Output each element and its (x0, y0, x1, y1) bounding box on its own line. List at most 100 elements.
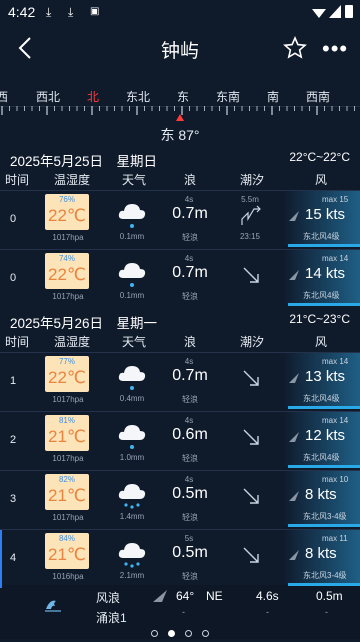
wave-period: 4s (184, 195, 194, 204)
wind-speed: 12 kts (305, 427, 346, 444)
compass-label: 东 (176, 90, 190, 104)
col-wave: 浪 (183, 173, 197, 187)
humidity-value: 82% (58, 475, 75, 484)
compass-strip[interactable]: 西 西北 北 东北 东 东南 南 西南 (0, 88, 360, 106)
tide-height: 5.5m (241, 195, 259, 204)
row-hour: 2 (10, 434, 17, 446)
wave-height: 0.5m (172, 544, 208, 561)
page-dot[interactable] (185, 630, 192, 637)
forecast-row[interactable]: 0 76% 22℃ 1017hpa 0.1mm 4s 0.7m 轻浪 5.5m 23:15 max … (0, 190, 360, 249)
wind-bar (288, 524, 360, 527)
wave-height: 0.7m (172, 367, 208, 384)
wave-height: 0.5m (172, 485, 208, 502)
wind-direction-arrow-icon (288, 489, 300, 501)
tide-falling-icon (240, 544, 262, 566)
wave-height: 0.7m (172, 205, 208, 222)
wave-description: 轻浪 (182, 572, 198, 581)
temp-humidity-box: 82% 21℃ (45, 474, 89, 510)
wind-bar (288, 303, 360, 306)
day-temp-range: 22°C~22°C (289, 150, 350, 164)
wave-description: 轻浪 (182, 233, 198, 242)
wind-speed: 8 kts (305, 545, 337, 562)
tide-falling-icon (240, 426, 262, 448)
wind-level: 东北风3-4级 (303, 571, 347, 580)
tide-falling-icon (240, 264, 262, 286)
swell-height: - (325, 607, 328, 617)
tide-time: 23:15 (239, 232, 261, 241)
page-dot[interactable] (202, 630, 209, 637)
wind-max: max 14 (322, 254, 349, 263)
wind-speed: 8 kts (305, 486, 337, 503)
row-hour: 0 (10, 272, 17, 284)
humidity-value: 84% (58, 534, 75, 543)
day-date: 2025年5月25日 星期日 (10, 154, 158, 169)
temperature-value: 21℃ (47, 427, 86, 446)
status-time: 4:42 (8, 4, 36, 20)
wave-height: 0.6m (172, 426, 208, 443)
pressure-value: 1017hpa (52, 454, 84, 463)
wind-level: 东北风4级 (303, 453, 340, 462)
col-time: 时间 (4, 173, 30, 187)
page-indicator[interactable] (0, 624, 360, 637)
column-headers: 时间 温湿度 天气 浪 潮汐 风 (0, 333, 360, 353)
rain-amount: 0.1mm (119, 291, 145, 300)
day-header: 2025年5月26日 星期一 21°C~23°C (0, 310, 360, 332)
wind-max: max 10 (322, 475, 349, 484)
light-rain-icon (116, 361, 148, 391)
wave-period: 4s (184, 357, 194, 366)
temperature-value: 21℃ (47, 486, 86, 505)
day-temp-range: 21°C~23°C (289, 312, 350, 326)
wind-bar (288, 406, 360, 409)
compass-label: 西南 (305, 90, 331, 104)
wave-height: 0.7m (172, 264, 208, 281)
wind-direction-arrow-icon (288, 209, 300, 221)
wave-description: 轻浪 (182, 292, 198, 301)
rain-amount: 0.1mm (119, 232, 145, 241)
rain-amount: 1.0mm (119, 453, 145, 462)
compass-label-north: 北 (86, 90, 100, 104)
wave-height: 0.5m (316, 589, 343, 603)
forecast-row[interactable]: 4 84% 21℃ 1016hpa 2.1mm 5s 0.5m 轻浪 max 11 8 kts 东北… (0, 529, 360, 588)
row-hour: 0 (10, 213, 17, 225)
wind-bar (288, 583, 360, 586)
temp-humidity-box: 77% 22℃ (45, 356, 89, 392)
wind-max: max 11 (322, 534, 348, 543)
temp-humidity-box: 76% 22℃ (45, 194, 89, 230)
wind-level: 东北风4级 (303, 291, 340, 300)
wave-direction: NE (206, 589, 223, 603)
swell-period: - (266, 607, 269, 617)
favorite-star-icon[interactable] (283, 36, 307, 60)
download-icon: ⤓ (46, 5, 52, 19)
swell-degree: - (182, 607, 185, 617)
humidity-value: 81% (58, 416, 75, 425)
wind-direction-arrow-icon (288, 371, 300, 383)
pressure-value: 1017hpa (52, 233, 84, 242)
tide-falling-icon (240, 485, 262, 507)
temp-humidity-box: 84% 21℃ (45, 533, 89, 569)
forecast-row[interactable]: 2 81% 21℃ 1017hpa 1.0mm 4s 0.6m 轻浪 max 14 12 kts 东… (0, 411, 360, 470)
wave-degree: 64° (176, 589, 195, 603)
col-temp-hum: 温湿度 (53, 173, 91, 187)
wind-max: max 15 (322, 195, 349, 204)
col-weather: 天气 (121, 335, 147, 349)
heavy-rain-icon (116, 479, 148, 509)
more-icon[interactable]: ••• (322, 36, 348, 62)
wind-level: 东北风4级 (303, 394, 340, 403)
forecast-row[interactable]: 3 82% 21℃ 1017hpa 1.4mm 4s 0.5m 轻浪 max 10 8 kts 东北… (0, 470, 360, 529)
heavy-rain-icon (116, 538, 148, 568)
day-header: 2025年5月25日 星期日 22°C~22°C (0, 148, 360, 170)
humidity-value: 74% (58, 254, 75, 263)
wifi-icon (312, 9, 326, 18)
signal-icon (329, 5, 341, 18)
forecast-row[interactable]: 0 74% 22℃ 1017hpa 0.1mm 4s 0.7m 轻浪 max 14 14 kts 东… (0, 249, 360, 308)
wave-description: 轻浪 (182, 513, 198, 522)
forecast-row[interactable]: 1 77% 22℃ 1017hpa 0.4mm 4s 0.7m 轻浪 max 14 13 kts 东… (0, 352, 360, 411)
page-dot[interactable] (168, 630, 175, 637)
page-dot[interactable] (151, 630, 158, 637)
row-hour: 3 (10, 493, 17, 505)
compass-label: 东北 (125, 90, 151, 104)
col-wave: 浪 (183, 335, 197, 349)
rain-amount: 2.1mm (119, 571, 145, 580)
col-tide: 潮汐 (239, 173, 265, 187)
wind-level: 东北风3-4级 (303, 512, 347, 521)
